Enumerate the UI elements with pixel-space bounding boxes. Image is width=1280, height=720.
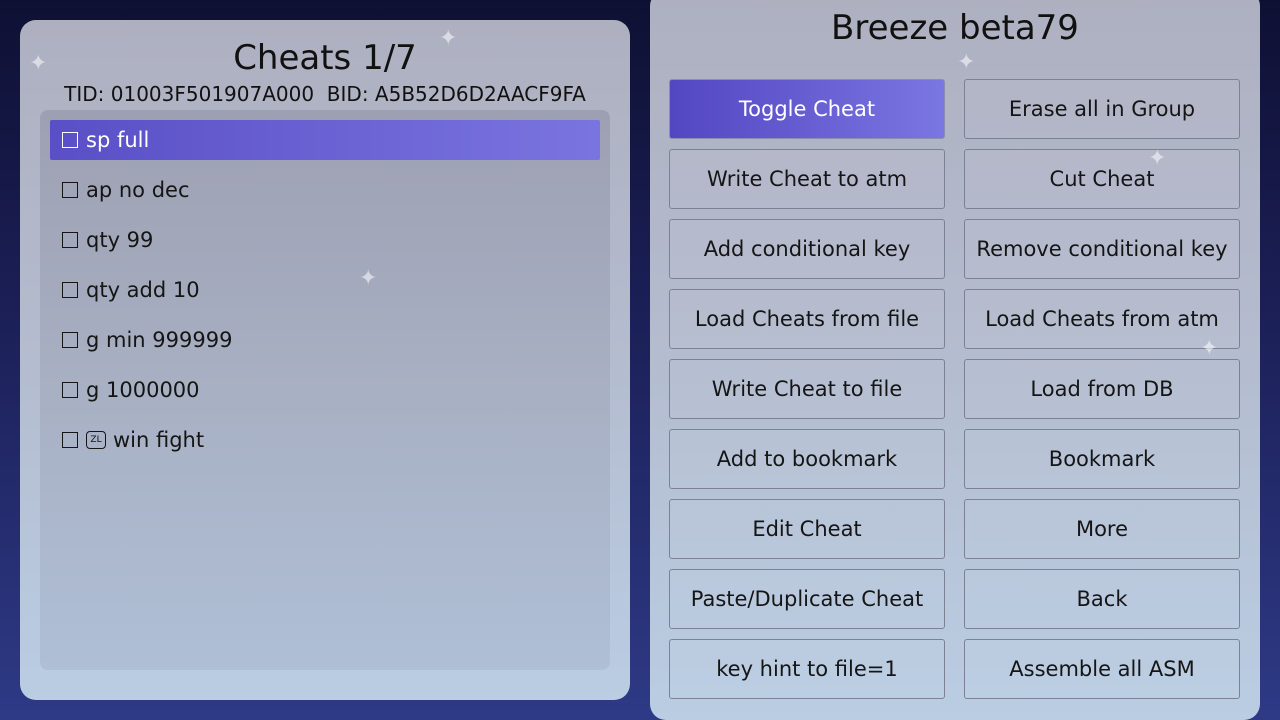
cheat-label: qty 99 <box>86 228 154 252</box>
checkbox-empty-icon[interactable] <box>62 382 78 398</box>
checkbox-empty-icon[interactable] <box>62 432 78 448</box>
cheat-label: g min 999999 <box>86 328 233 352</box>
cheat-label: sp full <box>86 128 150 152</box>
checkbox-empty-icon[interactable] <box>62 282 78 298</box>
cheat-label: win fight <box>113 428 205 452</box>
load-cheats-from-atm-button[interactable]: Load Cheats from atm <box>964 289 1240 349</box>
bookmark-button[interactable]: Bookmark <box>964 429 1240 489</box>
cut-cheat-button[interactable]: Cut Cheat <box>964 149 1240 209</box>
menu-panel: Breeze beta79 Toggle Cheat Erase all in … <box>650 0 1260 720</box>
zl-button-icon: ZL <box>86 431 106 449</box>
key-hint-to-file-button[interactable]: key hint to file=1 <box>669 639 945 699</box>
remove-conditional-key-button[interactable]: Remove conditional key <box>964 219 1240 279</box>
erase-all-in-group-button[interactable]: Erase all in Group <box>964 79 1240 139</box>
checkbox-empty-icon[interactable] <box>62 182 78 198</box>
back-button[interactable]: Back <box>964 569 1240 629</box>
cheat-label: ap no dec <box>86 178 190 202</box>
more-button[interactable]: More <box>964 499 1240 559</box>
add-to-bookmark-button[interactable]: Add to bookmark <box>669 429 945 489</box>
cheat-item-g-1000000[interactable]: g 1000000 <box>50 370 600 410</box>
write-cheat-to-atm-button[interactable]: Write Cheat to atm <box>669 149 945 209</box>
checkbox-empty-icon[interactable] <box>62 332 78 348</box>
cheat-label: qty add 10 <box>86 278 200 302</box>
cheats-title: Cheats 1/7 <box>233 38 417 78</box>
title-build-ids: TID: 01003F501907A000 BID: A5B52D6D2AACF… <box>64 82 586 106</box>
add-conditional-key-button[interactable]: Add conditional key <box>669 219 945 279</box>
app-title: Breeze beta79 <box>831 8 1079 48</box>
checkbox-empty-icon[interactable] <box>62 232 78 248</box>
cheat-item-sp-full[interactable]: sp full <box>50 120 600 160</box>
cheat-item-ap-no-dec[interactable]: ap no dec <box>50 170 600 210</box>
cheat-item-qty-add-10[interactable]: qty add 10 <box>50 270 600 310</box>
load-from-db-button[interactable]: Load from DB <box>964 359 1240 419</box>
cheat-list: sp full ap no dec qty 99 qty add 10 g mi… <box>40 110 610 670</box>
cheat-label: g 1000000 <box>86 378 200 402</box>
cheats-panel: Cheats 1/7 TID: 01003F501907A000 BID: A5… <box>20 20 630 700</box>
paste-duplicate-cheat-button[interactable]: Paste/Duplicate Cheat <box>669 569 945 629</box>
checkbox-empty-icon[interactable] <box>62 132 78 148</box>
cheat-item-win-fight[interactable]: ZL win fight <box>50 420 600 460</box>
assemble-all-asm-button[interactable]: Assemble all ASM <box>964 639 1240 699</box>
load-cheats-from-file-button[interactable]: Load Cheats from file <box>669 289 945 349</box>
cheat-item-qty-99[interactable]: qty 99 <box>50 220 600 260</box>
cheat-item-g-min-999999[interactable]: g min 999999 <box>50 320 600 360</box>
edit-cheat-button[interactable]: Edit Cheat <box>669 499 945 559</box>
write-cheat-to-file-button[interactable]: Write Cheat to file <box>669 359 945 419</box>
toggle-cheat-button[interactable]: Toggle Cheat <box>669 79 945 139</box>
